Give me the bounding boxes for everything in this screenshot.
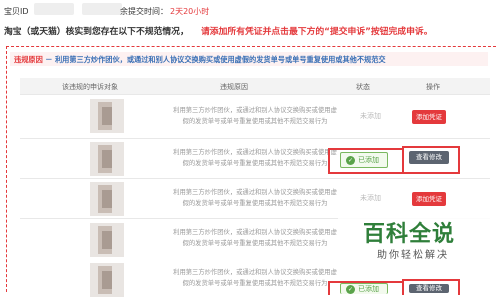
table-row: 利用第三方炒作团伙，或通过和别人协议交换购买或使用虚 假的发货单号或单号重复使用… bbox=[20, 138, 490, 179]
product-thumbnail[interactable] bbox=[90, 223, 124, 257]
header-action: 操作 bbox=[426, 83, 440, 91]
check-icon: ✓ bbox=[346, 155, 355, 165]
store-id-extra-blurred bbox=[82, 3, 122, 15]
notice-instruction: 请添加所有凭证并点击最下方的“提交申诉”按钮完成申诉。 bbox=[201, 27, 433, 37]
top-info-bar: 宝贝ID 余提交时间： 2天20小时 bbox=[0, 0, 500, 20]
add-evidence-button[interactable]: 添加凭证 bbox=[412, 192, 446, 206]
header-object: 该违规的申诉对象 bbox=[62, 83, 118, 91]
watermark-subtitle: 助你轻松解决 bbox=[377, 250, 449, 261]
deadline-label: 余提交时间： bbox=[120, 7, 168, 16]
status-added-badge: ✓ 已添加 bbox=[340, 283, 388, 294]
store-id-label: 宝贝ID bbox=[4, 7, 29, 16]
product-thumbnail[interactable] bbox=[90, 99, 124, 133]
violation-reason: 利用第三方炒作团伙，或通过和别人协议交换购买或使用虚 假的发货单号或单号重复使用… bbox=[173, 189, 337, 207]
violation-banner-desc: － 利用第三方炒作团伙，或通过和别人协议交换购买或使用虚假的发货单号或单号重复使… bbox=[42, 55, 386, 64]
watermark-title: 百科全说 bbox=[363, 222, 456, 247]
add-evidence-button[interactable]: 添加凭证 bbox=[412, 110, 446, 124]
check-icon: ✓ bbox=[346, 284, 355, 294]
table-row: 利用第三方炒作团伙，或通过和别人协议交换购买或使用虚 假的发货单号或单号重复使用… bbox=[20, 94, 490, 139]
status-text: 未添加 bbox=[360, 112, 381, 120]
violation-reason: 利用第三方炒作团伙，或通过和别人协议交换购买或使用虚 假的发货单号或单号重复使用… bbox=[173, 229, 337, 247]
table-header: 该违规的申诉对象 违规原因 状态 操作 bbox=[20, 78, 490, 94]
status-text: 未添加 bbox=[360, 194, 381, 202]
notice-line: 淘宝（或天猫）核实到您存在以下不规范情况， 请添加所有凭证并点击最下方的“提交申… bbox=[0, 22, 500, 38]
status-added-badge: ✓ 已添加 bbox=[340, 152, 388, 168]
product-thumbnail[interactable] bbox=[90, 142, 124, 176]
violation-banner-text: 违规原因 － 利用第三方炒作团伙，或通过和别人协议交换购买或使用虚假的发货单号或… bbox=[14, 55, 386, 65]
product-thumbnail[interactable] bbox=[90, 182, 124, 216]
violation-reason: 利用第三方炒作团伙，或通过和别人协议交换购买或使用虚 假的发货单号或单号重复使用… bbox=[173, 107, 337, 125]
store-id-value-blurred bbox=[34, 3, 74, 15]
view-edit-button[interactable]: 查看修改 bbox=[409, 151, 449, 164]
violation-banner-label: 违规原因 bbox=[14, 55, 43, 64]
header-reason: 违规原因 bbox=[220, 83, 248, 91]
header-status: 状态 bbox=[356, 83, 370, 91]
notice-text: 淘宝（或天猫）核实到您存在以下不规范情况， bbox=[4, 27, 189, 37]
deadline-value: 2天20小时 bbox=[170, 7, 210, 16]
